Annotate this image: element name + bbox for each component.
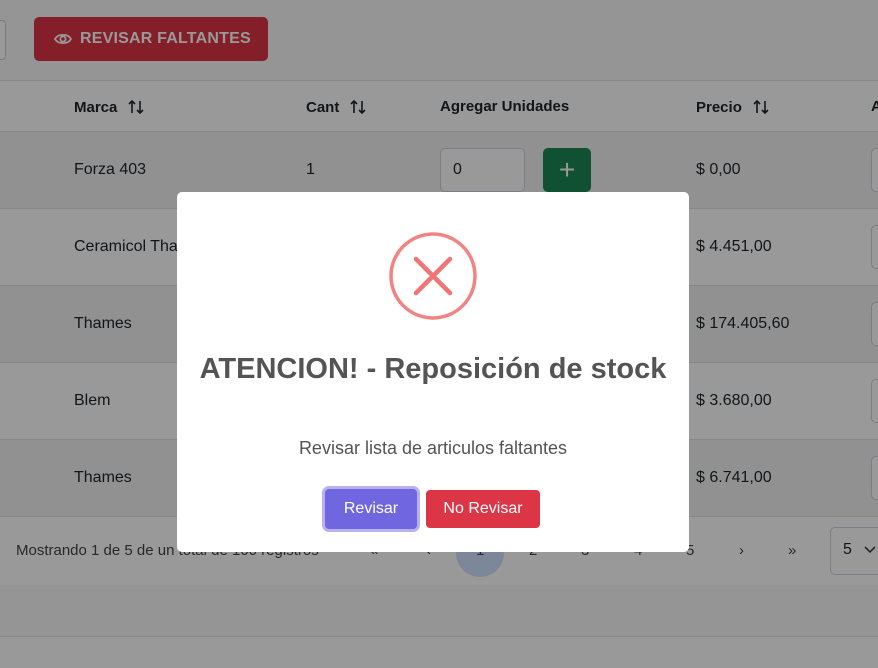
confirm-review-button[interactable]: Revisar xyxy=(325,489,417,529)
modal-title: ATENCION! - Reposición de stock xyxy=(199,353,667,385)
alert-modal: ATENCION! - Reposición de stock Revisar … xyxy=(177,192,689,552)
modal-text: Revisar lista de articulos faltantes xyxy=(298,438,568,458)
error-x-icon xyxy=(387,232,479,329)
cancel-review-button[interactable]: No Revisar xyxy=(426,490,540,528)
